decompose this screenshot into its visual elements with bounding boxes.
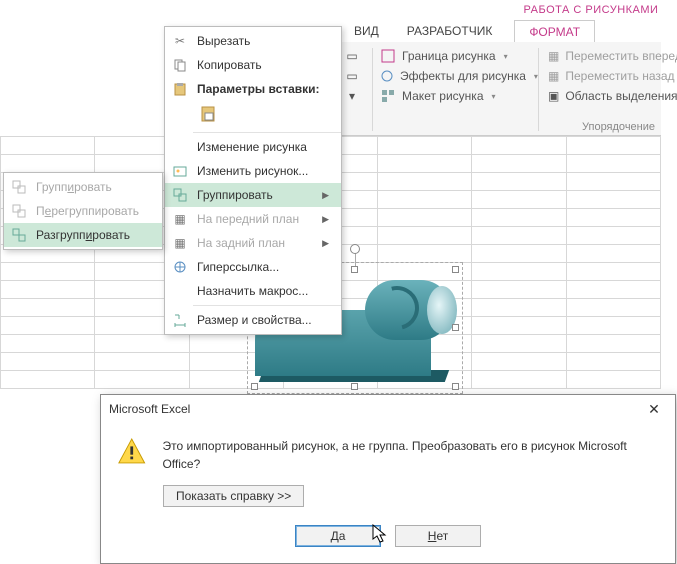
ctx-change-picture-label: Изменение рисунка <box>197 140 307 154</box>
ctx-copy[interactable]: Копировать <box>165 53 341 77</box>
ctx-copy-label: Копировать <box>197 58 262 72</box>
cursor-icon <box>372 524 388 544</box>
gallery-item[interactable]: ▭ <box>340 46 372 66</box>
ctx-hyperlink-label: Гиперссылка... <box>197 260 279 274</box>
size-icon <box>171 311 189 329</box>
selection-pane-button[interactable]: ▣ Область выделения <box>544 86 674 106</box>
bring-front-icon: ▦ <box>171 210 189 228</box>
cut-icon: ✂ <box>171 32 189 50</box>
yes-button[interactable]: Да <box>295 525 381 547</box>
paste-option-picture[interactable] <box>197 103 221 125</box>
picture-layout-label: Макет рисунка <box>402 89 484 103</box>
bring-forward-button[interactable]: ▦ Переместить вперед <box>544 46 674 66</box>
ctx-paste-label: Параметры вставки: <box>197 82 320 96</box>
regroup-icon <box>10 202 28 220</box>
ctx-bring-front[interactable]: ▦ На передний план ▶ <box>165 207 341 231</box>
selection-pane-icon: ▣ <box>548 88 559 104</box>
picture-effects-button[interactable]: Эффекты для рисунка▾ <box>376 66 536 86</box>
ctx-send-back[interactable]: ▦ На задний план ▶ <box>165 231 341 255</box>
chevron-right-icon: ▶ <box>322 238 329 249</box>
gallery-item[interactable]: ▭ <box>340 66 372 86</box>
group-icon <box>10 178 28 196</box>
sub-ungroup-label: Разгруппировать <box>36 228 130 242</box>
send-backward-button[interactable]: ▦ Переместить назад <box>544 66 674 86</box>
chevron-right-icon: ▶ <box>322 214 329 225</box>
ctx-change-picture-2[interactable]: Изменить рисунок... <box>165 159 341 183</box>
gallery-dropdown[interactable]: ▾ <box>340 86 372 106</box>
copy-icon <box>171 56 189 74</box>
ctx-cut[interactable]: ✂ Вырезать <box>165 29 341 53</box>
ctx-group-label: Группировать <box>197 188 273 202</box>
warning-icon <box>117 437 146 465</box>
resize-handle[interactable] <box>351 383 358 390</box>
ctx-hyperlink[interactable]: Гиперссылка... <box>165 255 341 279</box>
dialog-title: Microsoft Excel <box>109 402 190 416</box>
tab-developer[interactable]: РАЗРАБОТЧИК <box>393 20 507 42</box>
paste-icon <box>171 80 189 98</box>
ribbon-tabs: ВИД РАЗРАБОТЧИК ФОРМАТ <box>340 20 661 42</box>
no-button[interactable]: Нет <box>395 525 481 547</box>
ctx-size-properties[interactable]: Размер и свойства... <box>165 308 341 332</box>
ungroup-icon <box>10 226 28 244</box>
ctx-assign-macro[interactable]: Назначить макрос... <box>165 279 341 303</box>
resize-handle[interactable] <box>452 266 459 273</box>
resize-handle[interactable] <box>452 383 459 390</box>
sub-regroup[interactable]: Перегруппировать <box>4 199 162 223</box>
tab-format[interactable]: ФОРМАТ <box>514 20 595 42</box>
border-icon <box>380 48 396 64</box>
sub-ungroup[interactable]: Разгруппировать <box>4 223 162 247</box>
chevron-right-icon: ▶ <box>322 190 329 201</box>
picture-border-label: Граница рисунка <box>402 49 496 63</box>
sub-group-label: Группировать <box>36 180 112 194</box>
send-backward-icon: ▦ <box>548 68 559 84</box>
layout-icon <box>380 88 396 104</box>
change-picture-icon <box>171 162 189 180</box>
send-backward-label: Переместить назад <box>565 69 674 83</box>
context-menu: ✂ Вырезать Копировать Параметры вставки:… <box>164 26 342 335</box>
confirm-dialog: Microsoft Excel ✕ Это импортированный ри… <box>100 394 676 564</box>
arrange-group-label: Упорядочение <box>582 121 655 133</box>
ctx-size-label: Размер и свойства... <box>197 313 312 327</box>
sub-regroup-label: Перегруппировать <box>36 204 139 218</box>
ctx-paste-options: Параметры вставки: <box>165 77 341 101</box>
ctx-send-back-label: На задний план <box>197 236 285 250</box>
group-icon <box>171 186 189 204</box>
sub-group[interactable]: Группировать <box>4 175 162 199</box>
ctx-macro-label: Назначить макрос... <box>197 284 308 298</box>
resize-handle[interactable] <box>351 266 358 273</box>
ctx-group[interactable]: Группировать ▶ <box>165 183 341 207</box>
group-submenu: Группировать Перегруппировать Разгруппир… <box>3 172 163 250</box>
ctx-bring-front-label: На передний план <box>197 212 299 226</box>
rotate-handle[interactable] <box>350 244 360 254</box>
dialog-message: Это импортированный рисунок, а не группа… <box>162 437 659 473</box>
picture-effects-label: Эффекты для рисунка <box>400 69 526 83</box>
effects-icon <box>380 68 394 84</box>
hyperlink-icon <box>171 258 189 276</box>
bring-forward-label: Переместить вперед <box>565 49 677 63</box>
resize-handle[interactable] <box>251 383 258 390</box>
picture-layout-button[interactable]: Макет рисунка▾ <box>376 86 536 106</box>
ctx-change-picture[interactable]: Изменение рисунка <box>165 135 341 159</box>
picture-border-button[interactable]: Граница рисунка▾ <box>376 46 536 66</box>
tab-view[interactable]: ВИД <box>340 20 393 42</box>
ctx-change-picture-2-label: Изменить рисунок... <box>197 164 308 178</box>
selection-pane-label: Область выделения <box>565 89 677 103</box>
ctx-cut-label: Вырезать <box>197 34 250 48</box>
ribbon-content: ▭ ▭ ▾ Граница рисунка▾ Эффекты для рисун… <box>340 42 661 136</box>
tools-contextual-title: РАБОТА С РИСУНКАМИ <box>521 0 661 20</box>
send-back-icon: ▦ <box>171 234 189 252</box>
bring-forward-icon: ▦ <box>548 48 559 64</box>
resize-handle[interactable] <box>452 324 459 331</box>
show-help-button[interactable]: Показать справку >> <box>163 485 304 507</box>
dialog-close-button[interactable]: ✕ <box>641 401 667 418</box>
